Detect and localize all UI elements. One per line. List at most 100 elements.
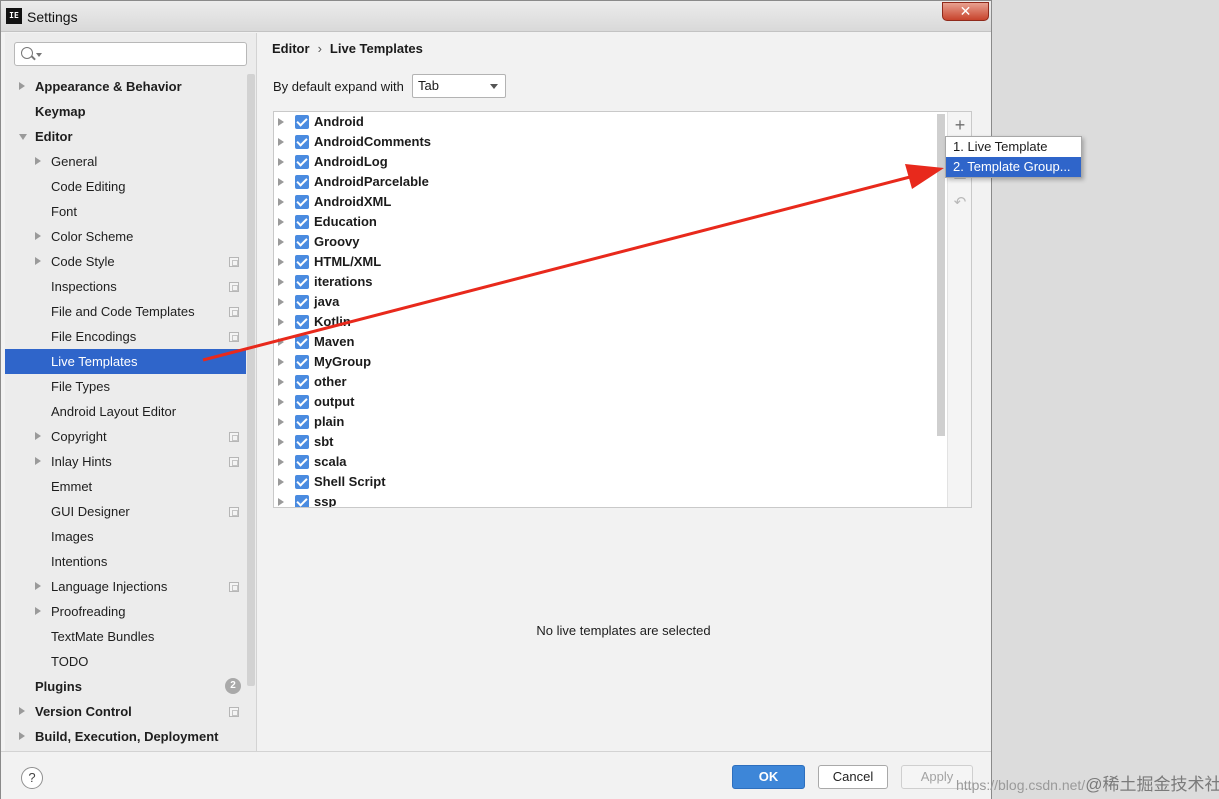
sidebar-item-android-layout-editor[interactable]: Android Layout Editor	[5, 399, 246, 424]
template-group-checkbox[interactable]	[295, 275, 309, 289]
template-group-row[interactable]: other	[274, 372, 934, 392]
template-group-row[interactable]: sbt	[274, 432, 934, 452]
cancel-button[interactable]: Cancel	[818, 765, 888, 789]
sidebar-item-general[interactable]: General	[5, 149, 246, 174]
template-group-row[interactable]: iterations	[274, 272, 934, 292]
expand-with-select[interactable]: Tab	[412, 74, 506, 98]
chevron-right-icon[interactable]	[278, 418, 284, 426]
template-group-row[interactable]: ssp	[274, 492, 934, 507]
breadcrumb-parent[interactable]: Editor	[272, 41, 310, 56]
template-group-row[interactable]: AndroidComments	[274, 132, 934, 152]
chevron-right-icon[interactable]	[35, 457, 41, 465]
sidebar-item-version-control[interactable]: Version Control	[5, 699, 246, 724]
chevron-right-icon[interactable]	[278, 158, 284, 166]
chevron-right-icon[interactable]	[278, 298, 284, 306]
chevron-right-icon[interactable]	[278, 438, 284, 446]
sidebar-item-plugins[interactable]: Plugins 2	[5, 674, 246, 699]
restore-icon[interactable]: ↶	[950, 193, 970, 213]
template-group-checkbox[interactable]	[295, 435, 309, 449]
ok-button[interactable]: OK	[732, 765, 805, 789]
template-group-checkbox[interactable]	[295, 115, 309, 129]
chevron-right-icon[interactable]	[278, 178, 284, 186]
sidebar-item-file-and-code-templates[interactable]: File and Code Templates	[5, 299, 246, 324]
sidebar-item-inlay-hints[interactable]: Inlay Hints	[5, 449, 246, 474]
template-group-checkbox[interactable]	[295, 455, 309, 469]
chevron-right-icon[interactable]	[278, 498, 284, 506]
sidebar-item-emmet[interactable]: Emmet	[5, 474, 246, 499]
template-group-checkbox[interactable]	[295, 495, 309, 507]
sidebar-item-language-injections[interactable]: Language Injections	[5, 574, 246, 599]
template-group-checkbox[interactable]	[295, 255, 309, 269]
chevron-right-icon[interactable]	[35, 432, 41, 440]
template-group-row[interactable]: AndroidParcelable	[274, 172, 934, 192]
sidebar-item-live-templates[interactable]: Live Templates	[5, 349, 246, 374]
sidebar-item-editor[interactable]: Editor	[5, 124, 246, 149]
template-group-row[interactable]: plain	[274, 412, 934, 432]
sidebar-item-copyright[interactable]: Copyright	[5, 424, 246, 449]
sidebar-item-gui-designer[interactable]: GUI Designer	[5, 499, 246, 524]
sidebar-item-images[interactable]: Images	[5, 524, 246, 549]
sidebar-item-build-execution-deployment[interactable]: Build, Execution, Deployment	[5, 724, 246, 749]
sidebar-scrollbar[interactable]	[247, 74, 255, 686]
template-group-row[interactable]: Android	[274, 112, 934, 132]
template-group-row[interactable]: Education	[274, 212, 934, 232]
chevron-right-icon[interactable]	[278, 258, 284, 266]
sidebar-item-font[interactable]: Font	[5, 199, 246, 224]
sidebar-item-appearance-behavior[interactable]: Appearance & Behavior	[5, 74, 246, 99]
sidebar-item-color-scheme[interactable]: Color Scheme	[5, 224, 246, 249]
chevron-right-icon[interactable]	[278, 118, 284, 126]
search-history-dropdown-icon[interactable]	[36, 53, 42, 57]
template-group-checkbox[interactable]	[295, 375, 309, 389]
chevron-right-icon[interactable]	[278, 378, 284, 386]
template-group-row[interactable]: AndroidLog	[274, 152, 934, 172]
template-group-row[interactable]: java	[274, 292, 934, 312]
chevron-right-icon[interactable]	[278, 198, 284, 206]
template-group-row[interactable]: Groovy	[274, 232, 934, 252]
template-group-row[interactable]: AndroidXML	[274, 192, 934, 212]
sidebar-item-code-style[interactable]: Code Style	[5, 249, 246, 274]
chevron-right-icon[interactable]	[278, 218, 284, 226]
template-group-checkbox[interactable]	[295, 135, 309, 149]
template-group-row[interactable]: HTML/XML	[274, 252, 934, 272]
sidebar-item-code-editing[interactable]: Code Editing	[5, 174, 246, 199]
close-window-button[interactable]: ✕	[942, 2, 989, 21]
chevron-right-icon[interactable]	[35, 257, 41, 265]
chevron-right-icon[interactable]	[35, 582, 41, 590]
chevron-right-icon[interactable]	[278, 398, 284, 406]
template-group-row[interactable]: Kotlin	[274, 312, 934, 332]
template-group-checkbox[interactable]	[295, 355, 309, 369]
chevron-right-icon[interactable]	[278, 138, 284, 146]
sidebar-item-file-types[interactable]: File Types	[5, 374, 246, 399]
menu-item-template-group[interactable]: 2. Template Group...	[946, 157, 1081, 177]
sidebar-item-todo[interactable]: TODO	[5, 649, 246, 674]
template-group-row[interactable]: Shell Script	[274, 472, 934, 492]
sidebar-item-proofreading[interactable]: Proofreading	[5, 599, 246, 624]
template-group-checkbox[interactable]	[295, 335, 309, 349]
chevron-right-icon[interactable]	[278, 338, 284, 346]
chevron-down-icon[interactable]	[19, 134, 27, 140]
chevron-right-icon[interactable]	[35, 607, 41, 615]
template-group-checkbox[interactable]	[295, 395, 309, 409]
help-button[interactable]: ?	[21, 767, 43, 789]
menu-item-live-template[interactable]: 1. Live Template	[946, 137, 1081, 157]
template-group-checkbox[interactable]	[295, 295, 309, 309]
sidebar-item-textmate-bundles[interactable]: TextMate Bundles	[5, 624, 246, 649]
template-group-checkbox[interactable]	[295, 215, 309, 229]
add-icon[interactable]: +	[950, 115, 970, 135]
template-group-checkbox[interactable]	[295, 415, 309, 429]
chevron-right-icon[interactable]	[278, 478, 284, 486]
chevron-right-icon[interactable]	[278, 458, 284, 466]
template-group-row[interactable]: MyGroup	[274, 352, 934, 372]
template-group-checkbox[interactable]	[295, 475, 309, 489]
chevron-right-icon[interactable]	[278, 318, 284, 326]
template-group-checkbox[interactable]	[295, 315, 309, 329]
settings-search-input[interactable]	[14, 42, 247, 66]
sidebar-item-file-encodings[interactable]: File Encodings	[5, 324, 246, 349]
template-group-row[interactable]: Maven	[274, 332, 934, 352]
chevron-right-icon[interactable]	[19, 707, 25, 715]
sidebar-item-intentions[interactable]: Intentions	[5, 549, 246, 574]
sidebar-item-keymap[interactable]: Keymap	[5, 99, 246, 124]
template-list-scrollbar[interactable]	[937, 114, 945, 436]
chevron-right-icon[interactable]	[19, 732, 25, 740]
chevron-right-icon[interactable]	[35, 232, 41, 240]
